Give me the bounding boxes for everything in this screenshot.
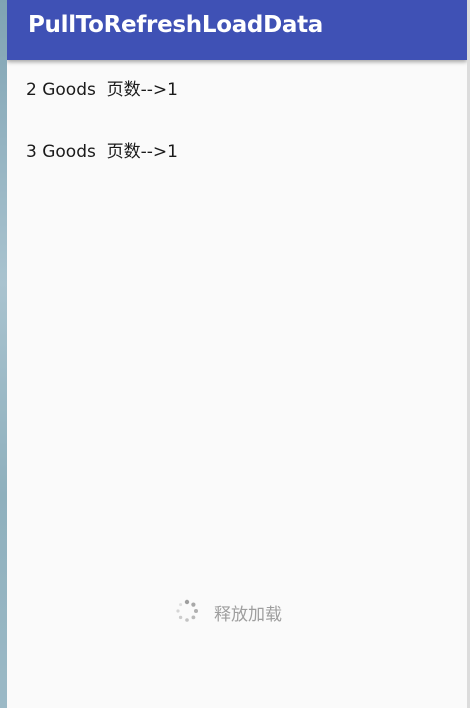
list-item[interactable]: 2 Goods 页数-->1: [7, 60, 467, 122]
list-item-label: 2 Goods 页数-->1: [26, 80, 178, 100]
loading-spinner-icon: [176, 599, 198, 622]
list-item-label: 3 Goods 页数-->1: [26, 142, 178, 162]
app-title: PullToRefreshLoadData: [28, 12, 324, 38]
app-bar: PullToRefreshLoadData: [7, 0, 467, 60]
load-more-footer: 释放加载: [7, 596, 467, 626]
list-item[interactable]: 3 Goods 页数-->1: [7, 122, 467, 184]
load-more-label: 释放加载: [214, 605, 282, 625]
left-edge: [0, 0, 7, 708]
goods-list[interactable]: 2 Goods 页数-->1 3 Goods 页数-->1: [7, 60, 467, 184]
app-screen: PullToRefreshLoadData 2 Goods 页数-->1 3 G…: [7, 0, 467, 708]
